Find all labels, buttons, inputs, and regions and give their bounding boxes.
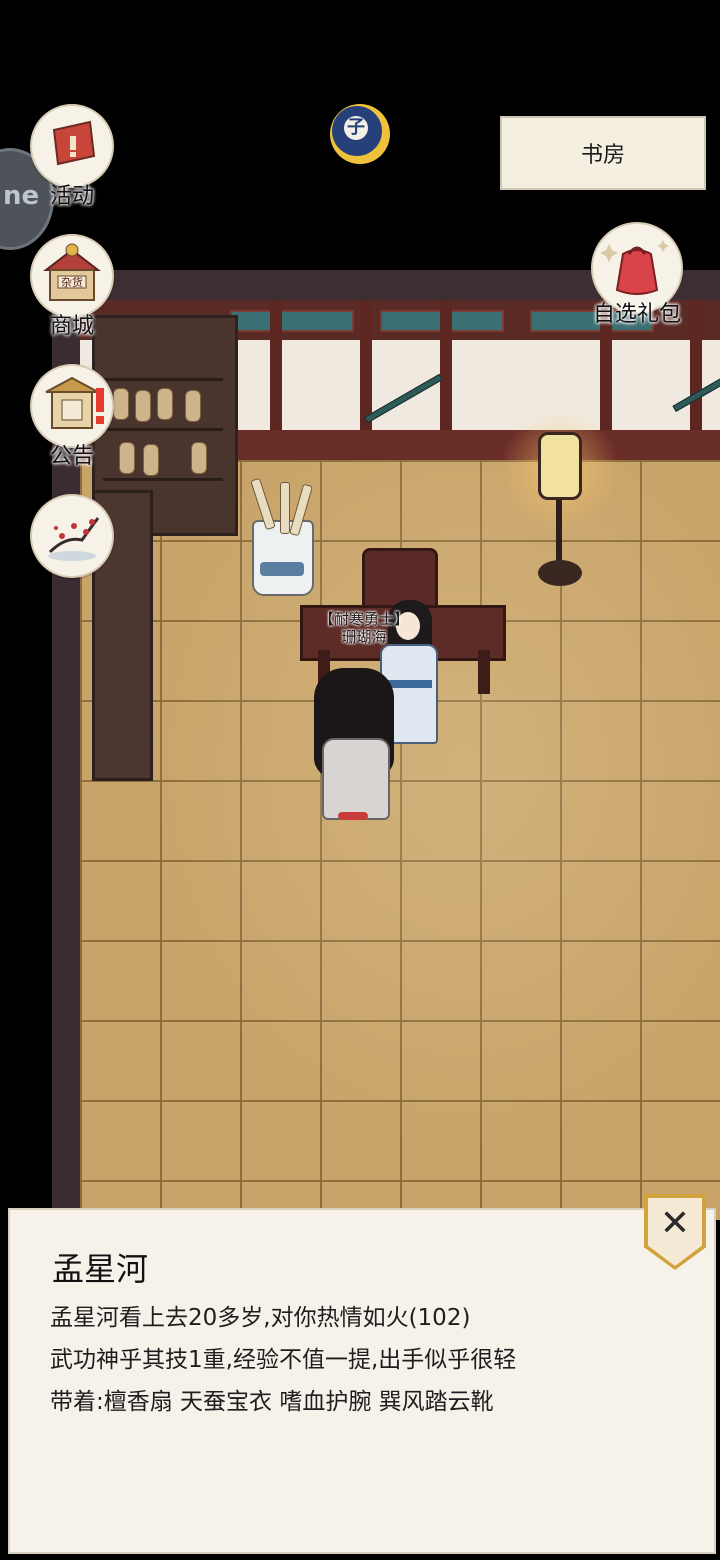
activity-label: 活动 xyxy=(49,184,94,209)
npc-name-tag: 【耐寒勇士】 珊瑚海 xyxy=(300,610,428,646)
npc-title: 【耐寒勇士】 xyxy=(318,610,409,628)
gift-pack-button[interactable]: 自选礼包 xyxy=(572,222,702,327)
scenery-button[interactable] xyxy=(30,494,114,578)
lamp-base xyxy=(538,560,582,586)
plum-blossom-icon xyxy=(30,494,114,578)
activity-button[interactable]: 活动 xyxy=(30,104,114,209)
time-glyph: 子 xyxy=(344,116,368,140)
desk-leg xyxy=(478,650,490,694)
shop-button[interactable]: 杂货 商城 xyxy=(30,234,114,339)
scroll-in-vase xyxy=(280,482,290,534)
character-name: 孟星河 xyxy=(52,1250,149,1288)
character-equipment-line: 带着:檀香扇 天蚕宝衣 嗜血护腕 巽风踏云靴 xyxy=(50,1389,494,1415)
player-character[interactable] xyxy=(308,668,400,823)
character-description-line: 孟星河看上去20多岁,对你热情如火(102) xyxy=(50,1305,471,1331)
npc-name: 珊瑚海 xyxy=(341,628,387,646)
notice-label: 公告 xyxy=(49,444,94,469)
shop-sign: 杂货 xyxy=(61,276,83,289)
shop-label: 商城 xyxy=(49,314,94,339)
notice-board-icon xyxy=(30,364,114,448)
close-icon: ✕ xyxy=(659,1203,691,1244)
location-title: 书房 xyxy=(500,116,706,190)
gift-pack-label: 自选礼包 xyxy=(592,302,681,327)
character-skill-line: 武功神乎其技1重,经验不值一提,出手似乎很轻 xyxy=(50,1347,517,1373)
night-moon-icon[interactable]: 子 xyxy=(330,104,390,164)
close-panel-button[interactable]: ✕ xyxy=(644,1194,706,1270)
standing-lantern[interactable] xyxy=(538,432,582,500)
notice-button[interactable]: 公告 xyxy=(30,364,114,469)
location-name: 书房 xyxy=(580,143,625,168)
activity-flag-icon xyxy=(30,104,114,188)
character-info-panel: 孟星河 孟星河看上去20多岁,对你热情如火(102) 武功神乎其技1重,经验不值… xyxy=(8,1208,716,1554)
shop-stall-icon: 杂货 xyxy=(30,234,114,318)
